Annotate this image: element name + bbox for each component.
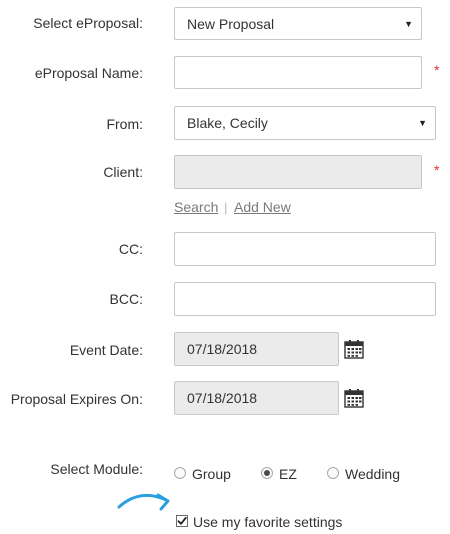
module-radio-ez[interactable] <box>261 467 273 479</box>
eproposal-name-label: eProposal Name: <box>34 65 143 81</box>
select-eproposal-label: Select eProposal: <box>33 15 143 31</box>
proposal-expires-input[interactable]: 07/18/2018 <box>174 381 339 415</box>
cc-label: CC: <box>118 241 143 257</box>
checkmark-icon <box>177 516 187 525</box>
module-option-group-label: Group <box>192 466 231 482</box>
calendar-icon[interactable] <box>344 339 364 359</box>
module-option-wedding-label: Wedding <box>345 466 401 482</box>
favorite-settings-checkbox[interactable] <box>176 515 188 527</box>
event-date-value: 07/18/2018 <box>187 341 258 357</box>
from-label: From: <box>106 116 143 132</box>
eproposal-name-input[interactable] <box>174 56 422 89</box>
event-date-label: Event Date: <box>69 342 143 358</box>
bcc-label: BCC: <box>109 291 143 307</box>
select-eproposal-dropdown[interactable]: New Proposal ▼ <box>174 7 422 40</box>
favorite-settings-label: Use my favorite settings <box>193 514 343 530</box>
required-marker: * <box>434 62 440 78</box>
select-module-label: Select Module: <box>50 461 143 477</box>
module-radio-group[interactable] <box>174 467 186 479</box>
event-date-input[interactable]: 07/18/2018 <box>174 332 339 366</box>
client-label: Client: <box>103 164 143 180</box>
link-separator: | <box>224 200 228 215</box>
module-radio-wedding[interactable] <box>327 467 339 479</box>
proposal-expires-value: 07/18/2018 <box>187 390 258 406</box>
add-new-link[interactable]: Add New <box>234 199 291 215</box>
select-eproposal-value: New Proposal <box>187 15 275 32</box>
from-dropdown[interactable]: Blake, Cecily ▼ <box>174 106 436 140</box>
from-value: Blake, Cecily <box>187 115 268 131</box>
search-link[interactable]: Search <box>174 199 218 215</box>
required-marker: * <box>434 162 440 178</box>
cc-input[interactable] <box>174 232 436 266</box>
curved-arrow-icon <box>117 493 170 511</box>
chevron-down-icon: ▼ <box>418 118 427 128</box>
proposal-expires-label: Proposal Expires On: <box>10 391 143 407</box>
client-input[interactable] <box>174 155 422 189</box>
bcc-input[interactable] <box>174 282 436 316</box>
chevron-down-icon: ▼ <box>404 18 413 29</box>
calendar-icon[interactable] <box>344 388 364 408</box>
module-option-ez-label: EZ <box>279 466 297 482</box>
